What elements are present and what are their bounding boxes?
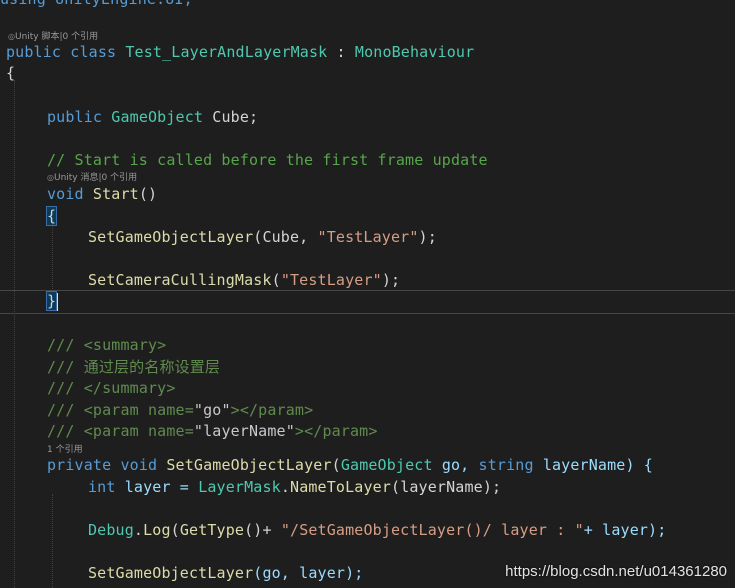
arguments: (go, layer); [253,564,364,582]
code-line-doc[interactable]: /// <param name="go"></param> [47,400,735,421]
punct: () [138,185,158,203]
method-name: SetGameObjectLayer [166,456,332,474]
punct: (layerName); [391,478,502,496]
code-line-doc[interactable]: /// 通过层的名称设置层 [47,357,735,378]
matched-brace: } [45,291,58,311]
field-name: Cube; [203,108,259,126]
doc-text: 通过层的名称设置层 [83,358,221,376]
code-line[interactable]: using UnityEngine.UI; [0,0,735,10]
method-call: SetGameObjectLayer [88,228,254,246]
punct: ); [418,228,437,246]
method-call: GetType [179,521,245,539]
codelens-start[interactable]: ◎Unity 消息|0 个引用 [47,172,735,184]
code-line-class[interactable]: public class Test_LayerAndLayerMask : Mo… [6,42,735,63]
unity-icon: ◎ [8,32,15,41]
class-name: Test_LayerAndLayerMask [125,43,328,61]
punct: . [133,521,144,539]
code-line-doc[interactable]: /// <param name="layerName"></param> [47,421,735,442]
unity-icon: ◎ [47,173,54,182]
code-line[interactable]: int layer = LayerMask.NameToLayer(layerN… [88,477,735,498]
code-line-comment[interactable]: // Start is called before the first fram… [47,150,735,171]
keyword: public [6,43,62,61]
indent-guide [52,225,53,289]
doc-slashes: /// [47,379,84,397]
keyword: int [88,478,116,496]
code-line-doc[interactable]: /// <summary> [47,335,735,356]
punct: ( [170,521,180,539]
local-variable: + layer); [583,521,667,539]
code-line-start[interactable]: void Start() [47,184,735,205]
doc-slashes: /// [47,336,84,354]
keyword: public [47,108,103,126]
method-call: Log [143,521,171,539]
string-literal: "/SetGameObjectLayer()/ layer : " [280,521,584,539]
type-name: GameObject [340,456,433,474]
indent-guide [14,80,15,588]
keyword: string [478,456,534,474]
doc-attr-value: "layerName" [193,422,295,440]
brace: { [6,64,16,82]
code-line[interactable]: Debug.Log(GetType()+ "/SetGameObjectLaye… [88,520,735,541]
method-call: SetGameObjectLayer [88,564,254,582]
code-line-method[interactable]: private void SetGameObjectLayer(GameObje… [47,455,735,476]
text-caret [57,293,58,311]
type-name: GameObject [111,108,204,126]
code-line-call[interactable]: SetGameObjectLayer(Cube, "TestLayer"); [88,227,735,248]
punct: ()+ [244,521,281,539]
doc-tag: </summary> [83,379,176,397]
keyword: class [70,43,117,61]
doc-tag: <summary> [83,336,167,354]
punct: (Cube, [253,228,318,246]
type-name: LayerMask [198,478,281,496]
doc-attr-value: "go" [193,401,231,419]
comment: // Start is called before the first fram… [47,151,488,169]
parameter: layerName) { [533,456,653,474]
doc-tag: <param name= [83,401,194,419]
string-literal: "TestLayer" [317,228,419,246]
method-name: Start [92,185,139,203]
using-directive: using UnityEngine.UI; [0,0,193,8]
parameter: go, [432,456,479,474]
codelens-text[interactable]: Unity 消息|0 个引用 [54,173,137,183]
code-editor[interactable]: using UnityEngine.UI; ◎Unity 脚本|0 个引用 pu… [0,0,735,588]
doc-tag: <param name= [83,422,194,440]
keyword: void [120,456,158,474]
codelens-text[interactable]: 1 个引用 [47,445,83,455]
type-name: Debug [88,521,134,539]
method-call: SetCameraCullingMask [88,271,272,289]
code-line-doc[interactable]: /// </summary> [47,378,735,399]
punct: ( [271,271,281,289]
string-literal: "TestLayer" [280,271,382,289]
indent-guide [52,494,53,588]
punct: : [327,43,355,61]
doc-tag: ></param> [294,422,378,440]
keyword: private [47,456,112,474]
doc-slashes: /// [47,358,84,376]
code-line-call[interactable]: SetCameraCullingMask("TestLayer"); [88,270,735,291]
doc-tag: ></param> [230,401,314,419]
doc-slashes: /// [47,422,84,440]
watermark: https://blog.csdn.net/u014361280 [505,563,727,580]
code-line-field[interactable]: public GameObject Cube; [47,107,735,128]
code-line-current[interactable]: } [45,291,735,312]
method-call: NameToLayer [290,478,392,496]
doc-slashes: /// [47,401,84,419]
code-line[interactable]: { [45,206,735,227]
codelens-text[interactable]: Unity 脚本|0 个引用 [15,32,98,42]
matched-brace: { [45,206,58,226]
keyword: void [47,185,84,203]
base-class: MonoBehaviour [354,43,475,61]
punct: ); [381,271,401,289]
code-line[interactable]: { [6,63,735,84]
punct: . [280,478,291,496]
punct: ( [331,456,341,474]
local-variable: layer = [115,478,199,496]
